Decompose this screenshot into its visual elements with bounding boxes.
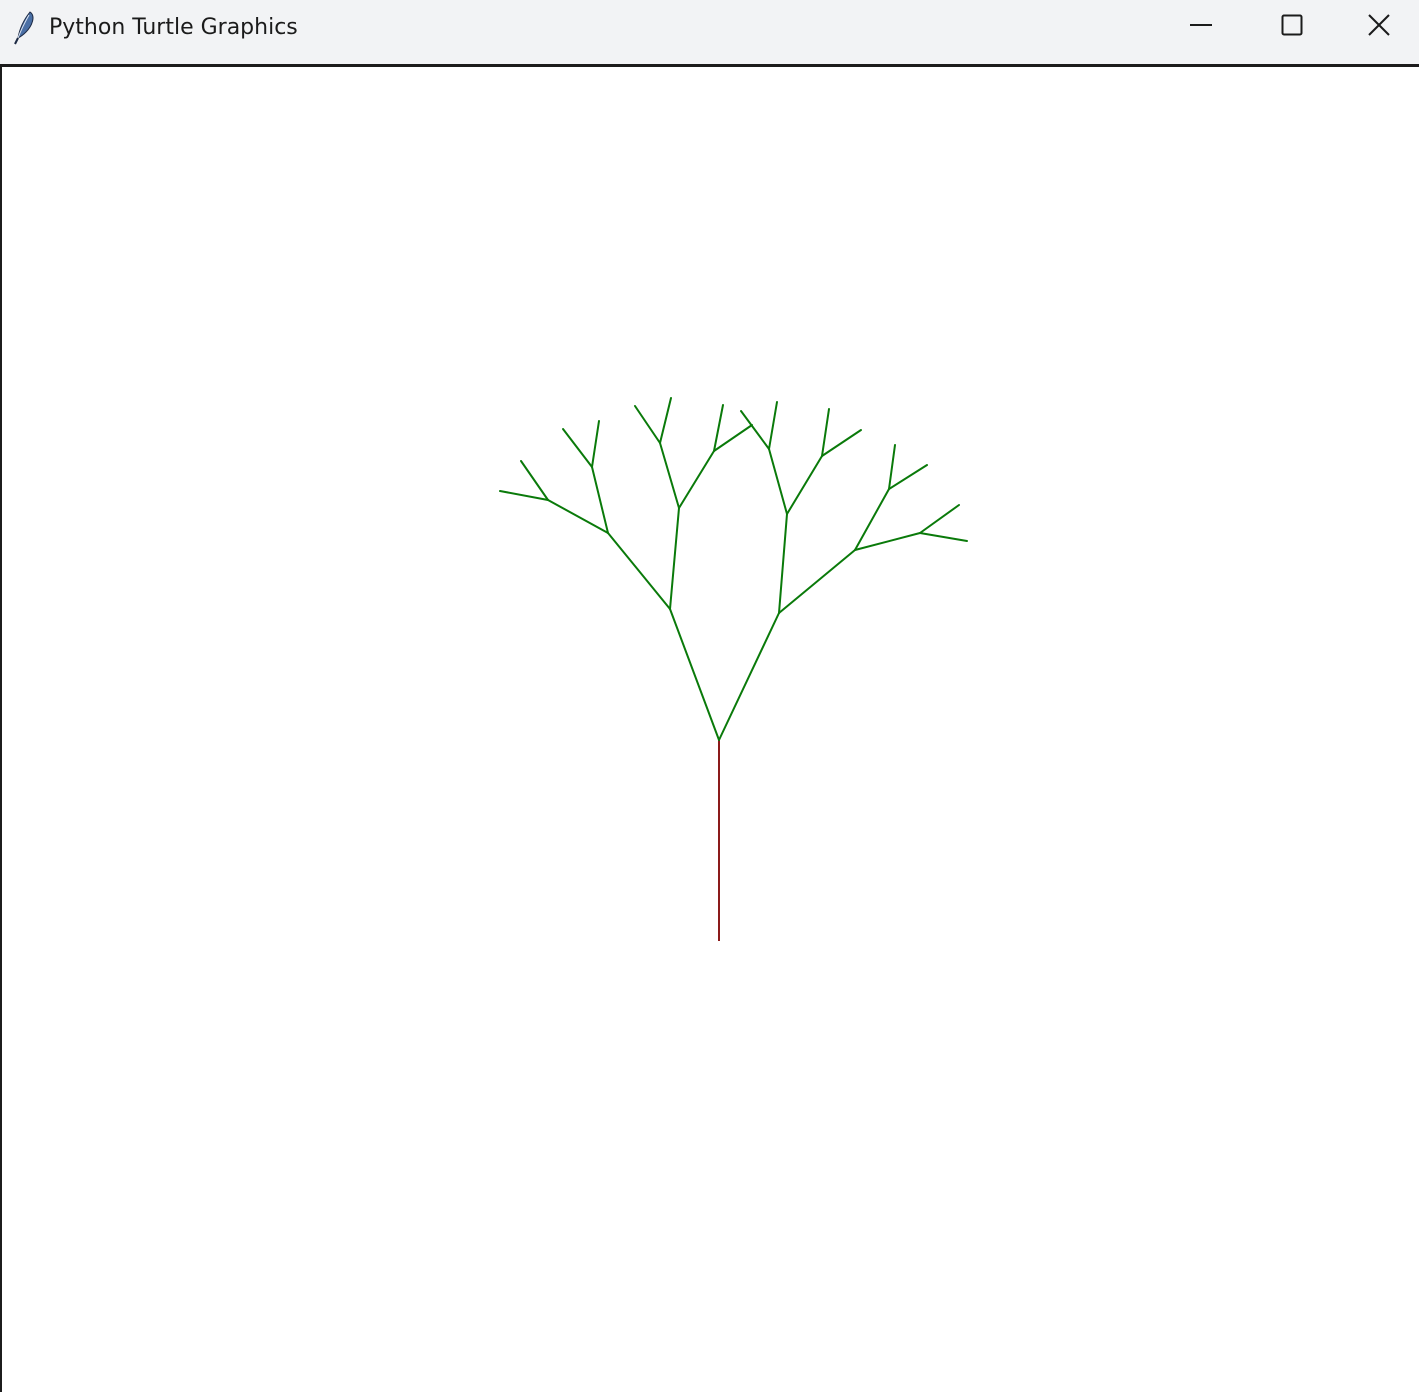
branch xyxy=(718,612,780,741)
branch xyxy=(591,466,609,534)
branch xyxy=(659,397,672,444)
branch xyxy=(821,408,830,457)
branch xyxy=(520,460,549,501)
branch xyxy=(713,404,724,452)
branch xyxy=(669,608,720,741)
branch xyxy=(854,488,890,551)
branch xyxy=(678,450,715,509)
branch xyxy=(634,405,661,444)
branch xyxy=(919,532,968,542)
branch xyxy=(778,513,788,614)
turtle-canvas[interactable] xyxy=(0,64,1419,1392)
branch xyxy=(888,444,896,490)
branch xyxy=(669,507,680,610)
branch xyxy=(768,401,778,450)
branch xyxy=(786,455,823,515)
turtle-window: Python Turtle Graphics xyxy=(0,0,1419,1392)
branch xyxy=(547,499,609,534)
branch xyxy=(713,424,753,452)
branch xyxy=(562,428,593,468)
tree-branches xyxy=(499,397,968,741)
branch xyxy=(768,448,788,515)
branch xyxy=(607,532,671,610)
branch xyxy=(888,464,928,490)
branch xyxy=(821,429,862,457)
branch xyxy=(499,490,549,501)
branch xyxy=(659,442,680,509)
branch xyxy=(919,504,960,534)
branch xyxy=(854,532,921,551)
branch xyxy=(591,420,600,468)
branch xyxy=(778,549,856,614)
fractal-tree xyxy=(499,397,968,941)
